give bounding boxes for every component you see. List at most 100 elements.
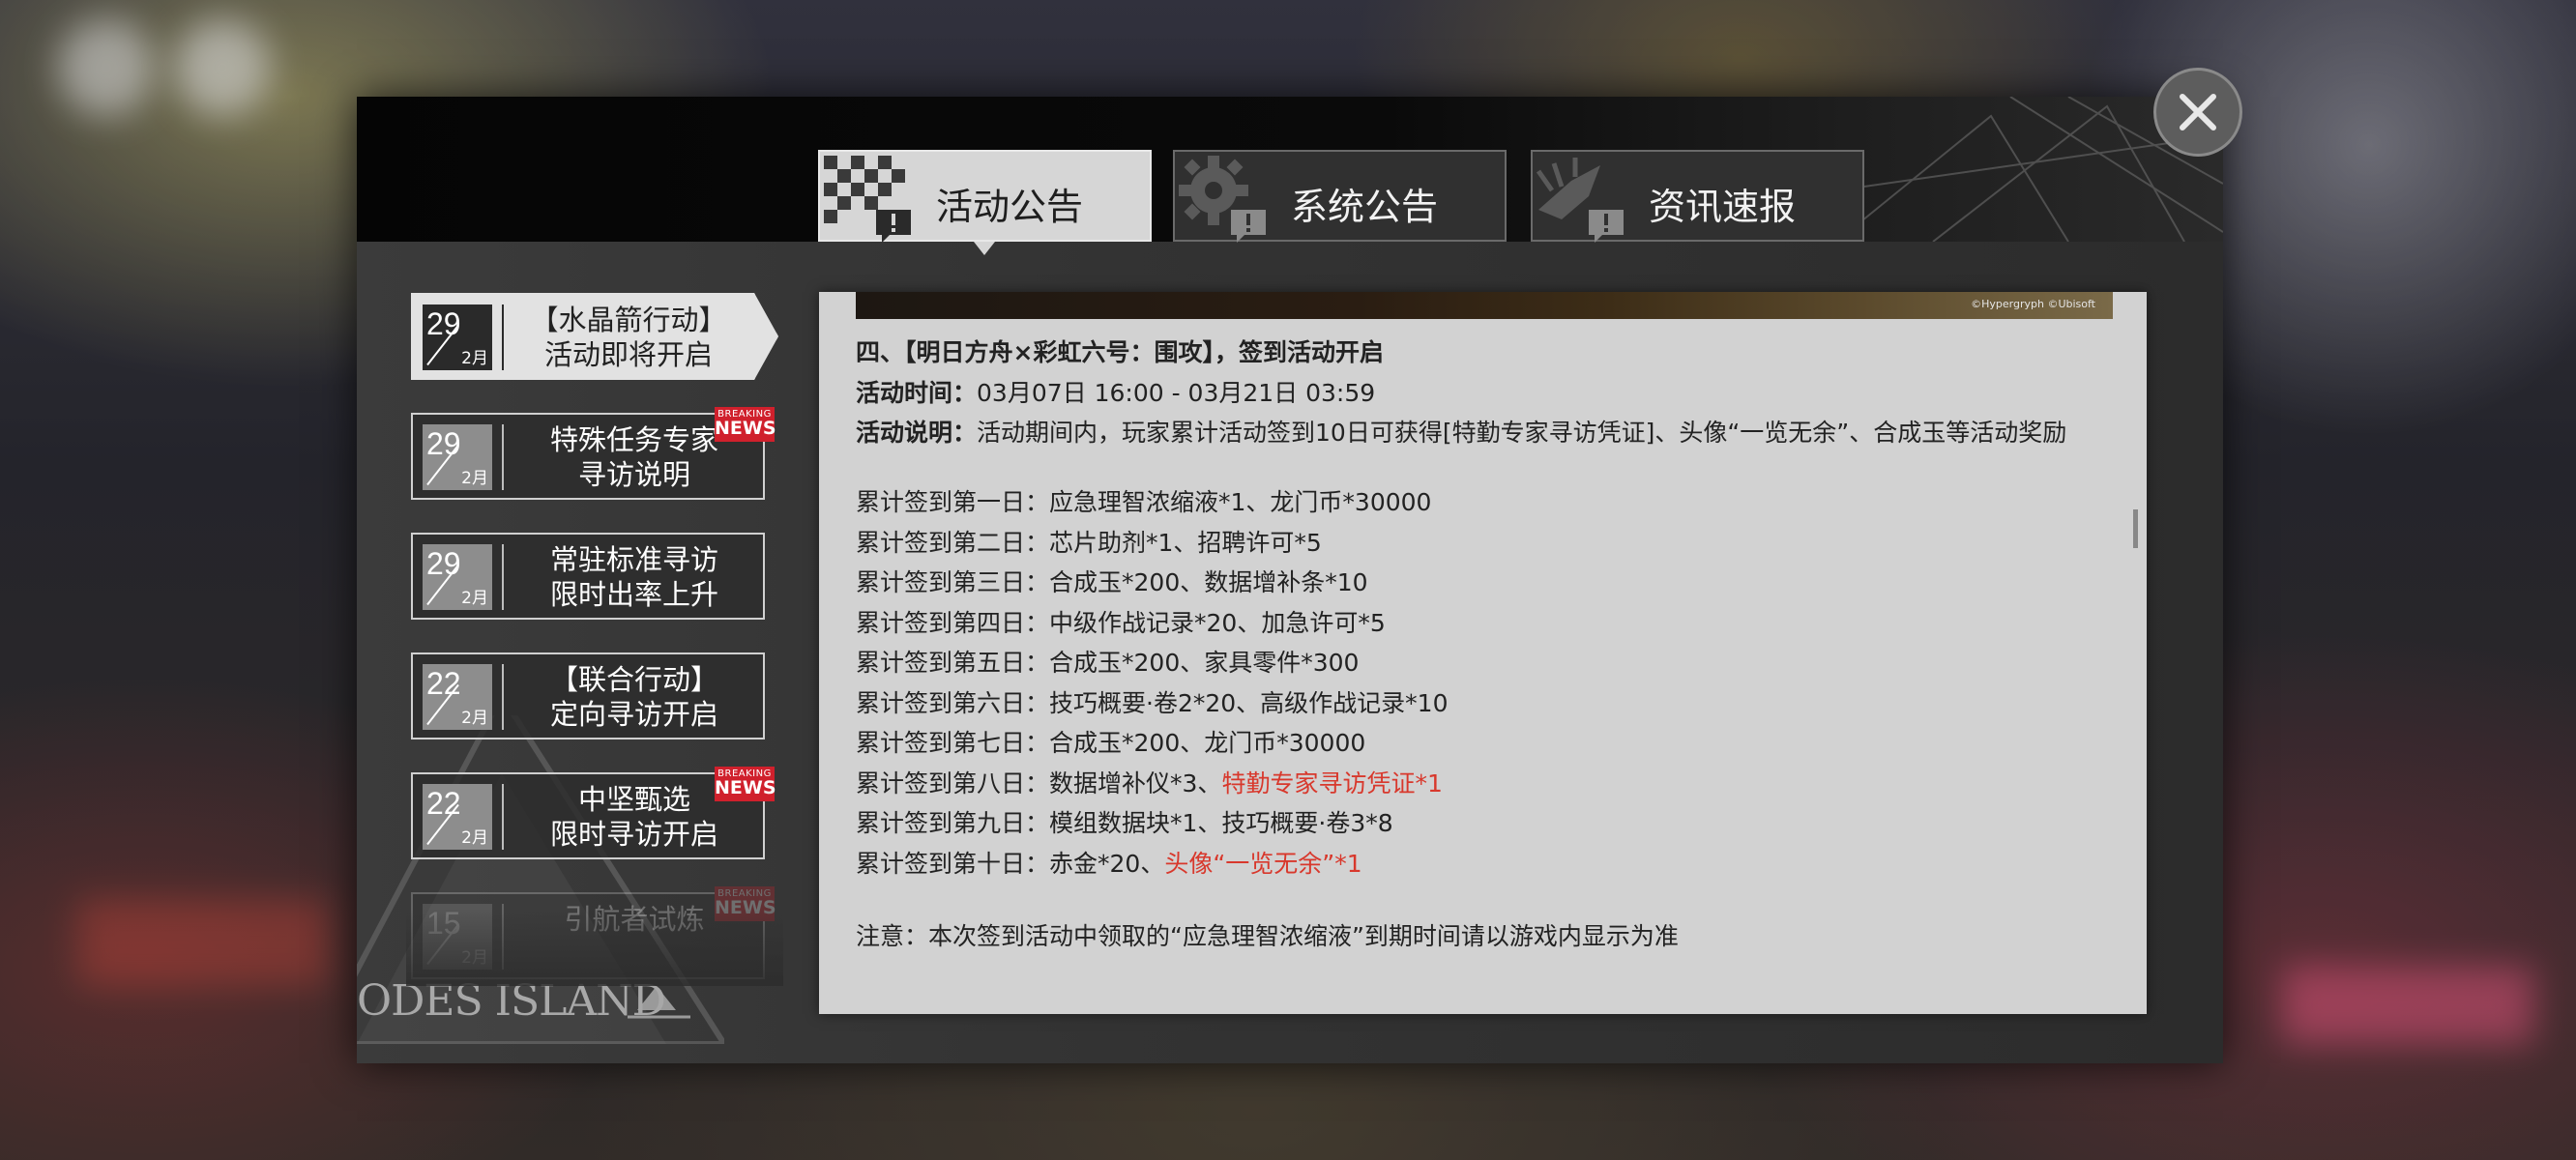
reward-day-label: 累计签到第九日： [856, 809, 1050, 837]
close-button[interactable] [2153, 68, 2242, 157]
divider [502, 304, 504, 370]
notice-note: 注意：本次签到活动中领取的“应急理智浓缩液”到期时间请以游戏内显示为准 [856, 922, 1679, 950]
reward-text: 赤金*20、 [1049, 849, 1165, 878]
divider [502, 544, 504, 610]
divider [502, 664, 504, 730]
date-day: 29 [426, 306, 461, 341]
reward-day: 累计签到第一日：应急理智浓缩液*1、龙门币*30000 [856, 482, 2113, 523]
active-tab-pointer [974, 242, 995, 255]
breaking-news-badge: BREAKING NEWS [715, 407, 776, 442]
background-shape [2282, 967, 2533, 1044]
date-day: 22 [426, 786, 461, 821]
background-shape [77, 899, 329, 986]
badge-bottom-text: NEWS [715, 418, 776, 439]
notice-item[interactable]: 22 2月 【联合行动】 定向寻访开启 [411, 652, 765, 740]
reward-day-label: 累计签到第八日： [856, 768, 1050, 798]
date-badge: 29 2月 [423, 304, 492, 370]
tab-activity[interactable]: 活动公告 [818, 150, 1152, 243]
notice-item[interactable]: 29 2月 常驻标准寻访 限时出率上升 [411, 533, 765, 620]
notice-item[interactable]: 29 2月 【水晶箭行动】 活动即将开启 [411, 293, 778, 380]
reward-day: 累计签到第六日：技巧概要·卷2*20、高级作战记录*10 [856, 683, 2113, 724]
notice-title: 常驻标准寻访 限时出率上升 [510, 542, 759, 612]
date-day: 29 [426, 426, 461, 461]
tab-system[interactable]: 系统公告 [1173, 150, 1507, 243]
reward-text: 技巧概要·卷2*20、高级作战记录*10 [1049, 688, 1449, 717]
notice-title: 【联合行动】 定向寻访开启 [510, 662, 759, 732]
reward-text: 合成玉*200、家具零件*300 [1049, 649, 1360, 677]
reward-day: 累计签到第四日：中级作战记录*20、加急许可*5 [856, 603, 2113, 644]
tab-news[interactable]: 资讯速报 [1531, 150, 1864, 243]
reward-day-label: 累计签到第七日： [856, 729, 1050, 757]
reward-day: 累计签到第二日：芯片助剂*1、招聘许可*5 [856, 523, 2113, 564]
reward-day: 累计签到第八日：数据增补仪*3、特勤专家寻访凭证*1 [856, 764, 2113, 804]
tab-system-label: 系统公告 [1291, 186, 1439, 228]
date-month: 2月 [461, 349, 488, 368]
reward-day: 累计签到第五日：合成玉*200、家具零件*300 [856, 643, 2113, 683]
badge-bottom-text: NEWS [715, 777, 776, 798]
date-badge: 22 2月 [423, 784, 492, 850]
tab-activity-label: 活动公告 [936, 186, 1084, 228]
reward-day: 累计签到第三日：合成玉*200、数据增补条*10 [856, 563, 2113, 603]
date-day: 29 [426, 546, 461, 581]
rhodes-island-logo: ODES ISLAND [357, 715, 724, 1044]
content-text: 四、【明日方舟×彩虹六号：围攻】，签到活动开启 活动时间：03月07日 16:0… [856, 333, 2113, 957]
tab-news-label: 资讯速报 [1649, 186, 1797, 228]
activity-description: 活动说明：活动期间内，玩家累计活动签到10日可获得[特勤专家寻访凭证]、头像“一… [856, 416, 2113, 450]
background-shape [58, 19, 155, 116]
notice-title-line2: 限时出率上升 [549, 578, 718, 611]
banner-credit: ©Hypergryph ©Ubisoft [1971, 298, 2095, 310]
reward-day-label: 累计签到第六日： [856, 688, 1050, 717]
reward-day-label: 累计签到第三日： [856, 568, 1050, 596]
date-badge: 29 2月 [423, 424, 492, 490]
time-label: 活动时间： [856, 378, 978, 407]
close-icon [2180, 94, 2216, 130]
desc-value: 活动期间内，玩家累计活动签到10日可获得[特勤专家寻访凭证]、头像“一览无余”、… [977, 419, 2067, 447]
reward-day: 累计签到第九日：模组数据块*1、技巧概要·卷3*8 [856, 803, 2113, 844]
reward-highlight: 头像“一览无余”*1 [1164, 849, 1362, 878]
list-fade [406, 909, 783, 986]
reward-day-label: 累计签到第一日： [856, 488, 1050, 516]
reward-text: 应急理智浓缩液*1、龙门币*30000 [1049, 488, 1432, 516]
reward-day-label: 累计签到第十日： [856, 849, 1050, 878]
date-month: 2月 [461, 589, 488, 608]
notice-item[interactable]: 29 2月 特殊任务专家 寻访说明 BREAKING NEWS [411, 407, 776, 500]
activity-time: 活动时间：03月07日 16:00 - 03月21日 03:59 [856, 373, 2113, 414]
reward-highlight: 特勤专家寻访凭证*1 [1221, 768, 1443, 798]
date-day: 22 [426, 666, 461, 701]
reward-text: 合成玉*200、龙门币*30000 [1049, 729, 1366, 757]
banner-image: ©Hypergryph ©Ubisoft [856, 292, 2113, 319]
notice-item[interactable]: 22 2月 中坚甄选 限时寻访开启 BREAKING NEWS [411, 767, 776, 859]
gear-alert-icon [1179, 156, 1266, 243]
divider [502, 784, 504, 850]
reward-text: 数据增补仪*3、 [1049, 768, 1222, 798]
reward-text: 合成玉*200、数据增补条*10 [1049, 568, 1368, 596]
notice-title-line1: 【联合行动】 [549, 663, 718, 696]
date-badge: 29 2月 [423, 544, 492, 610]
reward-day: 累计签到第七日：合成玉*200、龙门币*30000 [856, 723, 2113, 764]
date-month: 2月 [461, 828, 488, 848]
date-badge: 22 2月 [423, 664, 492, 730]
reward-text: 模组数据块*1、技巧概要·卷3*8 [1049, 809, 1393, 837]
notice-title-line2: 定向寻访开启 [549, 698, 718, 731]
notice-title-line1: 常驻标准寻访 [549, 543, 718, 576]
notice-title-line2: 活动即将开启 [543, 338, 713, 371]
scrollbar-thumb[interactable] [2133, 509, 2138, 548]
notice-title-line2: 限时寻访开启 [549, 818, 718, 851]
reward-day-label: 累计签到第五日： [856, 649, 1050, 677]
date-month: 2月 [461, 469, 488, 488]
reward-text: 中级作战记录*20、加急许可*5 [1049, 608, 1386, 637]
notice-title-line2: 寻访说明 [577, 458, 690, 491]
checkered-flag-alert-icon [824, 156, 911, 243]
notice-title: 【水晶箭行动】 活动即将开启 [510, 303, 747, 372]
announcement-content[interactable]: ©Hypergryph ©Ubisoft 四、【明日方舟×彩虹六号：围攻】，签到… [819, 292, 2147, 1014]
breaking-news-badge: BREAKING NEWS [715, 767, 776, 801]
megaphone-alert-icon [1536, 158, 1624, 243]
reward-day-label: 累计签到第二日： [856, 528, 1050, 557]
reward-day: 累计签到第十日：赤金*20、头像“一览无余”*1 [856, 844, 2113, 884]
desc-label: 活动说明： [856, 419, 978, 447]
notice-title-line1: 【水晶箭行动】 [530, 304, 727, 336]
divider [502, 424, 504, 490]
time-value: 03月07日 16:00 - 03月21日 03:59 [977, 378, 1376, 407]
